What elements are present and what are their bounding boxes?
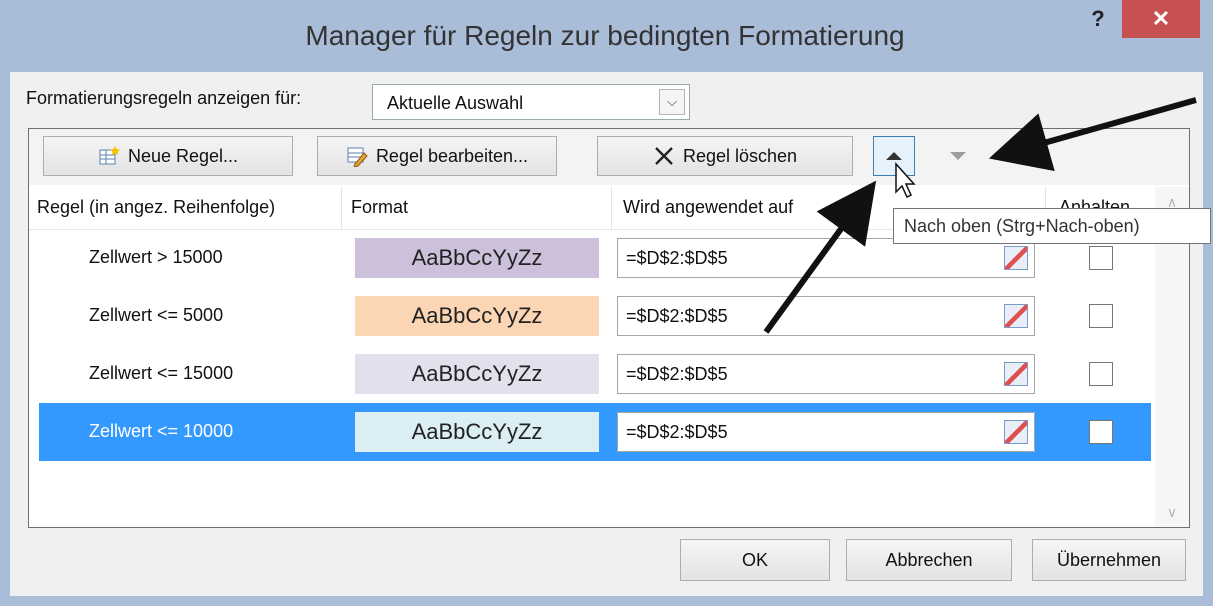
annotation-arrow xyxy=(763,180,877,334)
mouse-cursor-icon xyxy=(895,162,916,199)
annotation-arrow xyxy=(988,97,1197,172)
annotation-layer xyxy=(763,97,1197,334)
